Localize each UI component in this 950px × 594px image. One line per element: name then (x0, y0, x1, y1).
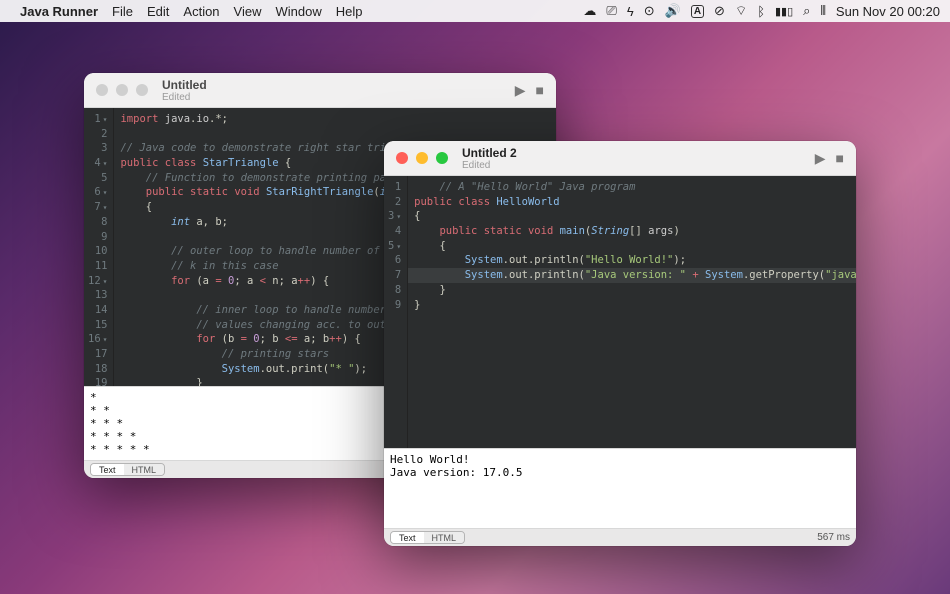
tab-text[interactable]: Text (91, 464, 124, 475)
code-line[interactable]: public static void main(String[] args) (414, 224, 856, 239)
line-number[interactable]: 8 (88, 215, 107, 230)
code-line[interactable]: { (414, 239, 856, 254)
line-number[interactable]: 8 (388, 283, 401, 298)
line-number[interactable]: 19 (88, 376, 107, 386)
menu-window[interactable]: Window (276, 4, 322, 19)
line-number[interactable]: 18 (88, 362, 107, 377)
line-number[interactable]: 7 (388, 268, 401, 283)
menubar: Java Runner File Edit Action View Window… (0, 0, 950, 22)
window-untitled-2[interactable]: Untitled 2 Edited ▶ ■ 123456789 // A "He… (384, 141, 856, 546)
menu-view[interactable]: View (234, 4, 262, 19)
window-subtitle: Edited (162, 92, 207, 103)
zoom-button[interactable] (436, 152, 448, 164)
line-number[interactable]: 9 (88, 230, 107, 245)
battery-icon[interactable]: ▮▮▯ (775, 5, 793, 18)
tab-html[interactable]: HTML (424, 532, 465, 543)
window-subtitle: Edited (462, 160, 517, 171)
close-button[interactable] (96, 84, 108, 96)
status-icon[interactable]: ⊘ (714, 3, 725, 19)
code-line[interactable] (120, 127, 455, 142)
tab-html[interactable]: HTML (124, 464, 165, 475)
app-menu[interactable]: Java Runner (20, 4, 98, 19)
line-number[interactable]: 2 (88, 127, 107, 142)
line-number[interactable]: 5 (388, 239, 401, 254)
status-icon[interactable]: ⎚ (606, 3, 616, 19)
line-number[interactable]: 13 (88, 288, 107, 303)
window-title: Untitled (162, 78, 207, 92)
spotlight-icon[interactable]: ⌕ (803, 3, 810, 19)
line-number[interactable]: 2 (388, 195, 401, 210)
bluetooth-icon[interactable]: ᛒ (757, 4, 765, 19)
line-number[interactable]: 14 (88, 303, 107, 318)
status-bar: Text HTML 567 ms (384, 528, 856, 546)
line-number[interactable]: 12 (88, 274, 107, 289)
line-number[interactable]: 5 (88, 171, 107, 186)
run-button[interactable]: ▶ (815, 150, 826, 167)
code-line[interactable]: } (414, 283, 856, 298)
line-number[interactable]: 3 (88, 141, 107, 156)
minimize-button[interactable] (416, 152, 428, 164)
line-number[interactable]: 1 (88, 112, 107, 127)
traffic-lights (96, 84, 148, 96)
code-line[interactable]: } (414, 298, 856, 313)
menu-action[interactable]: Action (183, 4, 219, 19)
output-mode-segmented[interactable]: Text HTML (90, 463, 165, 476)
line-number[interactable]: 1 (388, 180, 401, 195)
line-number[interactable]: 9 (388, 298, 401, 313)
titlebar[interactable]: Untitled Edited ▶ ■ (84, 73, 556, 108)
stop-button[interactable]: ■ (836, 150, 844, 167)
status-icon[interactable]: ☁︎ (583, 3, 596, 19)
line-number[interactable]: 3 (388, 209, 401, 224)
line-number[interactable]: 15 (88, 318, 107, 333)
menu-edit[interactable]: Edit (147, 4, 169, 19)
zoom-button[interactable] (136, 84, 148, 96)
control-center-icon[interactable]: ⫴ (820, 3, 825, 19)
line-number[interactable]: 10 (88, 244, 107, 259)
line-number[interactable]: 16 (88, 332, 107, 347)
output-pane[interactable]: Hello World! Java version: 17.0.5 (384, 448, 856, 528)
menu-file[interactable]: File (112, 4, 133, 19)
close-button[interactable] (396, 152, 408, 164)
line-number[interactable]: 17 (88, 347, 107, 362)
status-icon[interactable]: A (691, 5, 704, 18)
status-icon[interactable]: 🔊 (665, 3, 681, 19)
run-button[interactable]: ▶ (515, 82, 526, 99)
window-title: Untitled 2 (462, 146, 517, 160)
code-line[interactable]: // A "Hello World" Java program (414, 180, 856, 195)
minimize-button[interactable] (116, 84, 128, 96)
output-mode-segmented[interactable]: Text HTML (390, 531, 465, 544)
code-line[interactable]: import java.io.*; (120, 112, 455, 127)
code-line[interactable]: public class HelloWorld (414, 195, 856, 210)
code-editor[interactable]: 123456789 // A "Hello World" Java progra… (384, 176, 856, 448)
line-number[interactable]: 7 (88, 200, 107, 215)
line-number[interactable]: 4 (88, 156, 107, 171)
titlebar[interactable]: Untitled 2 Edited ▶ ■ (384, 141, 856, 176)
menubar-clock[interactable]: Sun Nov 20 00:20 (836, 4, 940, 19)
line-number[interactable]: 11 (88, 259, 107, 274)
line-number[interactable]: 6 (88, 185, 107, 200)
menu-help[interactable]: Help (336, 4, 363, 19)
execution-time: 567 ms (817, 532, 850, 543)
traffic-lights (396, 152, 448, 164)
wifi-icon[interactable]: ⌔ (735, 3, 747, 19)
stop-button[interactable]: ■ (536, 82, 544, 99)
code-line[interactable]: System.out.println("Hello World!"); (414, 253, 856, 268)
tab-text[interactable]: Text (391, 532, 424, 543)
code-line[interactable]: System.out.println("Java version: " + Sy… (408, 268, 856, 283)
code-line[interactable]: { (414, 209, 856, 224)
status-icon[interactable]: ⊙ (644, 3, 655, 19)
line-number[interactable]: 4 (388, 224, 401, 239)
line-number[interactable]: 6 (388, 253, 401, 268)
status-icon[interactable]: ϟ (627, 4, 634, 19)
